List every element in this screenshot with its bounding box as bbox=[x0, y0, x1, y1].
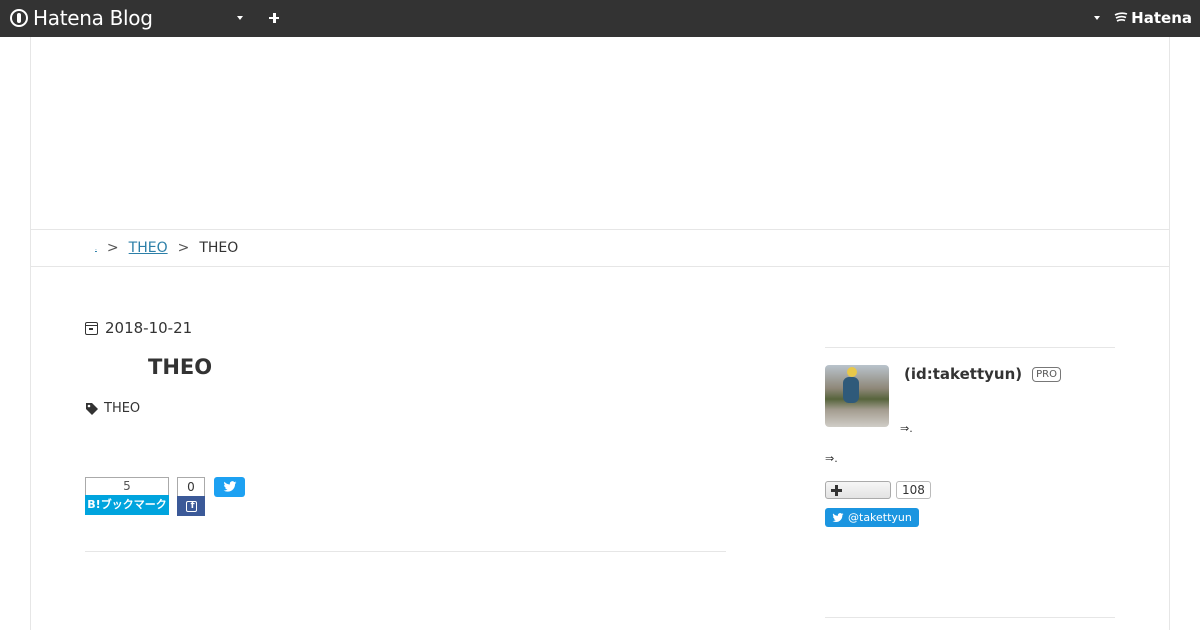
profile-link-2[interactable]: ⇒. bbox=[825, 452, 838, 465]
global-header: Hatena Blog Hatena bbox=[0, 0, 1200, 37]
breadcrumb-category-link[interactable]: THEO bbox=[129, 240, 168, 256]
breadcrumb-separator: > bbox=[177, 240, 190, 256]
avatar-detail bbox=[847, 367, 857, 377]
entry-date-link[interactable]: 2018-10-21 bbox=[85, 319, 725, 337]
hatena-bookmark-button[interactable]: 5 B!ブックマーク bbox=[85, 477, 169, 516]
subscriber-count: 108 bbox=[896, 481, 931, 499]
facebook-share-button[interactable]: 0 f bbox=[177, 477, 205, 516]
entry-category-link[interactable]: THEO bbox=[85, 401, 725, 416]
entry-date: 2018-10-21 bbox=[105, 319, 193, 337]
breadcrumb-home-link[interactable]: . bbox=[95, 245, 97, 252]
tag-icon bbox=[86, 402, 98, 415]
calendar-icon bbox=[85, 321, 98, 335]
sidebar-divider bbox=[825, 347, 1115, 348]
facebook-label: f bbox=[177, 496, 205, 516]
twitter-follow-label: @takettyun bbox=[848, 511, 912, 524]
hatena-blog-logo[interactable]: Hatena Blog bbox=[10, 6, 153, 30]
ad-area bbox=[31, 37, 1169, 229]
hatena-bookmark-label: B!ブックマーク bbox=[85, 495, 169, 515]
hatena-bookmark-count: 5 bbox=[85, 477, 169, 495]
hatena-label: Hatena bbox=[1131, 9, 1192, 27]
twitter-bird-icon bbox=[832, 512, 844, 522]
profile-id: (id:takettyun) bbox=[904, 365, 1023, 383]
hatena-blog-icon bbox=[10, 9, 28, 27]
breadcrumb-current: THEO bbox=[199, 240, 239, 256]
avatar-figure bbox=[843, 377, 859, 403]
twitter-follow-button[interactable]: @takettyun bbox=[825, 508, 919, 527]
facebook-share-count: 0 bbox=[177, 477, 205, 496]
hatena-home-link[interactable]: Hatena bbox=[1114, 9, 1192, 27]
breadcrumb: . > THEO > THEO bbox=[95, 240, 238, 256]
entry-title[interactable]: THEO bbox=[148, 355, 725, 379]
breadcrumb-bar: . > THEO > THEO bbox=[31, 229, 1169, 267]
user-menu-dropdown-icon[interactable] bbox=[1090, 10, 1106, 26]
brand-name: Hatena Blog bbox=[33, 6, 153, 30]
sidebar-divider-bottom bbox=[825, 617, 1115, 618]
breadcrumb-separator: > bbox=[106, 240, 119, 256]
profile-avatar[interactable] bbox=[825, 365, 889, 427]
blog-menu-dropdown-icon[interactable] bbox=[233, 10, 249, 26]
hatena-wing-icon bbox=[1114, 12, 1128, 22]
entry-category: THEO bbox=[104, 401, 141, 416]
new-post-plus-icon[interactable] bbox=[265, 9, 283, 27]
subscribe-button[interactable] bbox=[825, 481, 891, 499]
entry-article: 2018-10-21 THEO THEO 5 B!ブックマーク 0 f bbox=[85, 319, 725, 516]
profile-name-link[interactable]: (id:takettyun) PRO bbox=[904, 365, 1061, 383]
pro-badge: PRO bbox=[1032, 366, 1061, 382]
facebook-icon: f bbox=[185, 500, 197, 512]
entry-divider bbox=[85, 551, 726, 552]
twitter-share-button[interactable] bbox=[214, 477, 245, 497]
profile-link-1[interactable]: ⇒. bbox=[900, 422, 913, 435]
twitter-bird-icon bbox=[223, 481, 236, 492]
